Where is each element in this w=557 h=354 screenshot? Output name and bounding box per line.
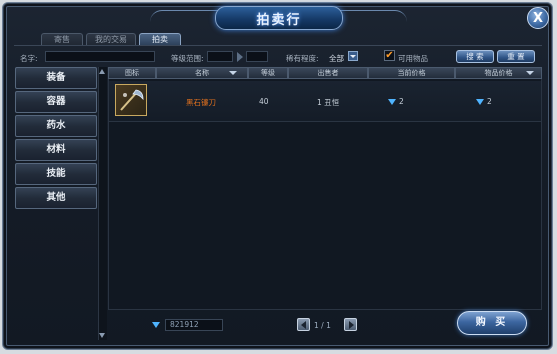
next-page-button[interactable]: [344, 318, 357, 331]
category-material[interactable]: 材料: [15, 139, 97, 161]
current-price: 2: [388, 97, 404, 106]
reset-button[interactable]: 重 置: [497, 50, 535, 63]
search-button[interactable]: 搜 索: [456, 50, 494, 63]
name-input[interactable]: [45, 51, 155, 62]
item-name: 黑石镰刀: [186, 98, 216, 107]
col-level[interactable]: 等级: [248, 67, 288, 79]
category-container[interactable]: 容器: [15, 91, 97, 113]
col-name[interactable]: 名称: [156, 67, 248, 79]
scroll-up-icon[interactable]: [99, 69, 105, 74]
prev-page-button[interactable]: [297, 318, 310, 331]
rarity-select[interactable]: 全部: [329, 53, 344, 64]
title-ornament-left: [150, 10, 220, 23]
level-min-input[interactable]: [207, 51, 233, 62]
category-sidebar: 装备 容器 药水 材料 技能 其他: [15, 67, 97, 211]
rarity-label: 稀有程度:: [286, 54, 319, 63]
scrollbar[interactable]: [98, 67, 107, 340]
usable-label: 可用物品: [398, 54, 428, 63]
filter-row: 名字: 等级范围: 稀有程度: 全部 ✔ 可用物品 搜 索 重 置: [0, 49, 557, 65]
col-current-price[interactable]: 当前价格: [368, 67, 455, 79]
chevron-down-icon[interactable]: [348, 51, 358, 61]
window-title: 拍卖行: [256, 13, 302, 28]
title-ornament-right: [337, 10, 407, 23]
level-range-label: 等级范围:: [171, 54, 204, 63]
col-seller[interactable]: 出售者: [288, 67, 368, 79]
sort-down-icon: [229, 71, 237, 75]
item-seller: 1 丑恒: [317, 98, 340, 107]
gem-icon: [388, 99, 396, 105]
gem-icon: [152, 322, 160, 328]
gem-icon: [476, 99, 484, 105]
item-level: 40: [259, 97, 269, 106]
name-label: 名字:: [20, 54, 38, 63]
sort-down-icon: [526, 71, 534, 75]
item-price: 2: [476, 97, 492, 106]
table-row[interactable]: 黑石镰刀 40 1 丑恒 2 2: [109, 81, 541, 122]
category-equipment[interactable]: 装备: [15, 67, 97, 89]
category-other[interactable]: 其他: [15, 187, 97, 209]
page-indicator: 1 / 1: [314, 321, 331, 330]
money-display: 821912: [165, 319, 223, 331]
usable-checkbox[interactable]: ✔: [384, 50, 395, 61]
col-item-price[interactable]: 物品价格: [455, 67, 542, 79]
close-button[interactable]: X: [527, 7, 549, 29]
level-max-input[interactable]: [246, 51, 268, 62]
col-icon[interactable]: 图标: [108, 67, 156, 79]
category-skill[interactable]: 技能: [15, 163, 97, 185]
range-arrow-icon: [237, 52, 243, 62]
table-header: 图标 名称 等级 出售者 当前价格 物品价格: [108, 67, 542, 79]
category-potion[interactable]: 药水: [15, 115, 97, 137]
tab-divider: [14, 45, 542, 46]
buy-button[interactable]: 购 买: [457, 311, 527, 335]
scythe-item-icon: [115, 84, 147, 116]
